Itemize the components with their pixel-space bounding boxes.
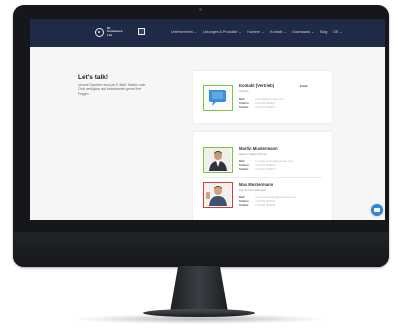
nav-item-karriere[interactable]: Karriere ⌄ <box>247 30 264 34</box>
person-photo <box>204 148 231 171</box>
page-title: Let's talk! <box>78 74 109 81</box>
avatar <box>203 147 233 173</box>
nav-item-language[interactable]: DE ⌄ <box>333 30 342 34</box>
chat-button[interactable] <box>371 204 383 216</box>
field-label: Telefax <box>239 167 249 171</box>
contact-tag: Email <box>300 84 308 88</box>
contact-role: Head of Sales Director <box>239 152 268 156</box>
person-photo <box>204 183 231 206</box>
field-label: Telefax <box>239 203 249 207</box>
field-value[interactable]: +49 000 000003 <box>255 167 275 171</box>
logo-mark-icon <box>95 27 104 37</box>
nav-item-loesungen[interactable]: Lösungen & Produkte ⌄ <box>203 30 242 34</box>
screen: Dr. Commerce Ltd. Unternehmen ⌄ Lösungen… <box>30 19 385 220</box>
contact-card-team: Martin Mustermann Head of Sales Director… <box>193 132 332 220</box>
contact-name: Kontakt (Vertrieb) <box>239 83 275 88</box>
avatar <box>203 85 233 111</box>
nav-item-blog[interactable]: Blog <box>320 30 327 34</box>
logo-text: Dr. Commerce Ltd. <box>107 26 123 37</box>
contact-card-sales: Kontakt (Vertrieb) Vertrieb Email Mail v… <box>193 71 332 123</box>
intro-text: Unsere Experten sind per E-Mail, Telefon… <box>78 83 146 96</box>
nav-item-downloads[interactable]: Downloads ⌄ <box>292 30 314 34</box>
field-value[interactable]: +49 000 000001 <box>255 105 275 109</box>
nav-item-kontakt[interactable]: Kontakt ⌄ <box>270 30 286 34</box>
language-flag-icon[interactable] <box>138 28 145 35</box>
monitor-stand <box>170 266 228 312</box>
avatar <box>203 182 233 208</box>
contact-name: Martin Mustermann <box>239 146 278 151</box>
main-nav: Unternehmen ⌄ Lösungen & Produkte ⌄ Karr… <box>171 30 342 34</box>
contact-name: Max Mustermann <box>239 182 274 187</box>
monitor-chin <box>13 232 389 267</box>
site-header: Dr. Commerce Ltd. Unternehmen ⌄ Lösungen… <box>30 19 385 47</box>
field-value[interactable]: +49 000 000005 <box>255 203 275 207</box>
divider <box>203 177 322 178</box>
site-logo[interactable]: Dr. Commerce Ltd. <box>95 26 125 37</box>
monitor-base <box>143 309 255 317</box>
contact-role: Key Account Manager <box>239 188 267 192</box>
speech-bubble-icon <box>209 90 226 106</box>
nav-item-unternehmen[interactable]: Unternehmen ⌄ <box>171 30 197 34</box>
field-label: Telefax <box>239 105 249 109</box>
webcam-dot <box>199 8 202 11</box>
contact-role: Vertrieb <box>239 89 249 93</box>
